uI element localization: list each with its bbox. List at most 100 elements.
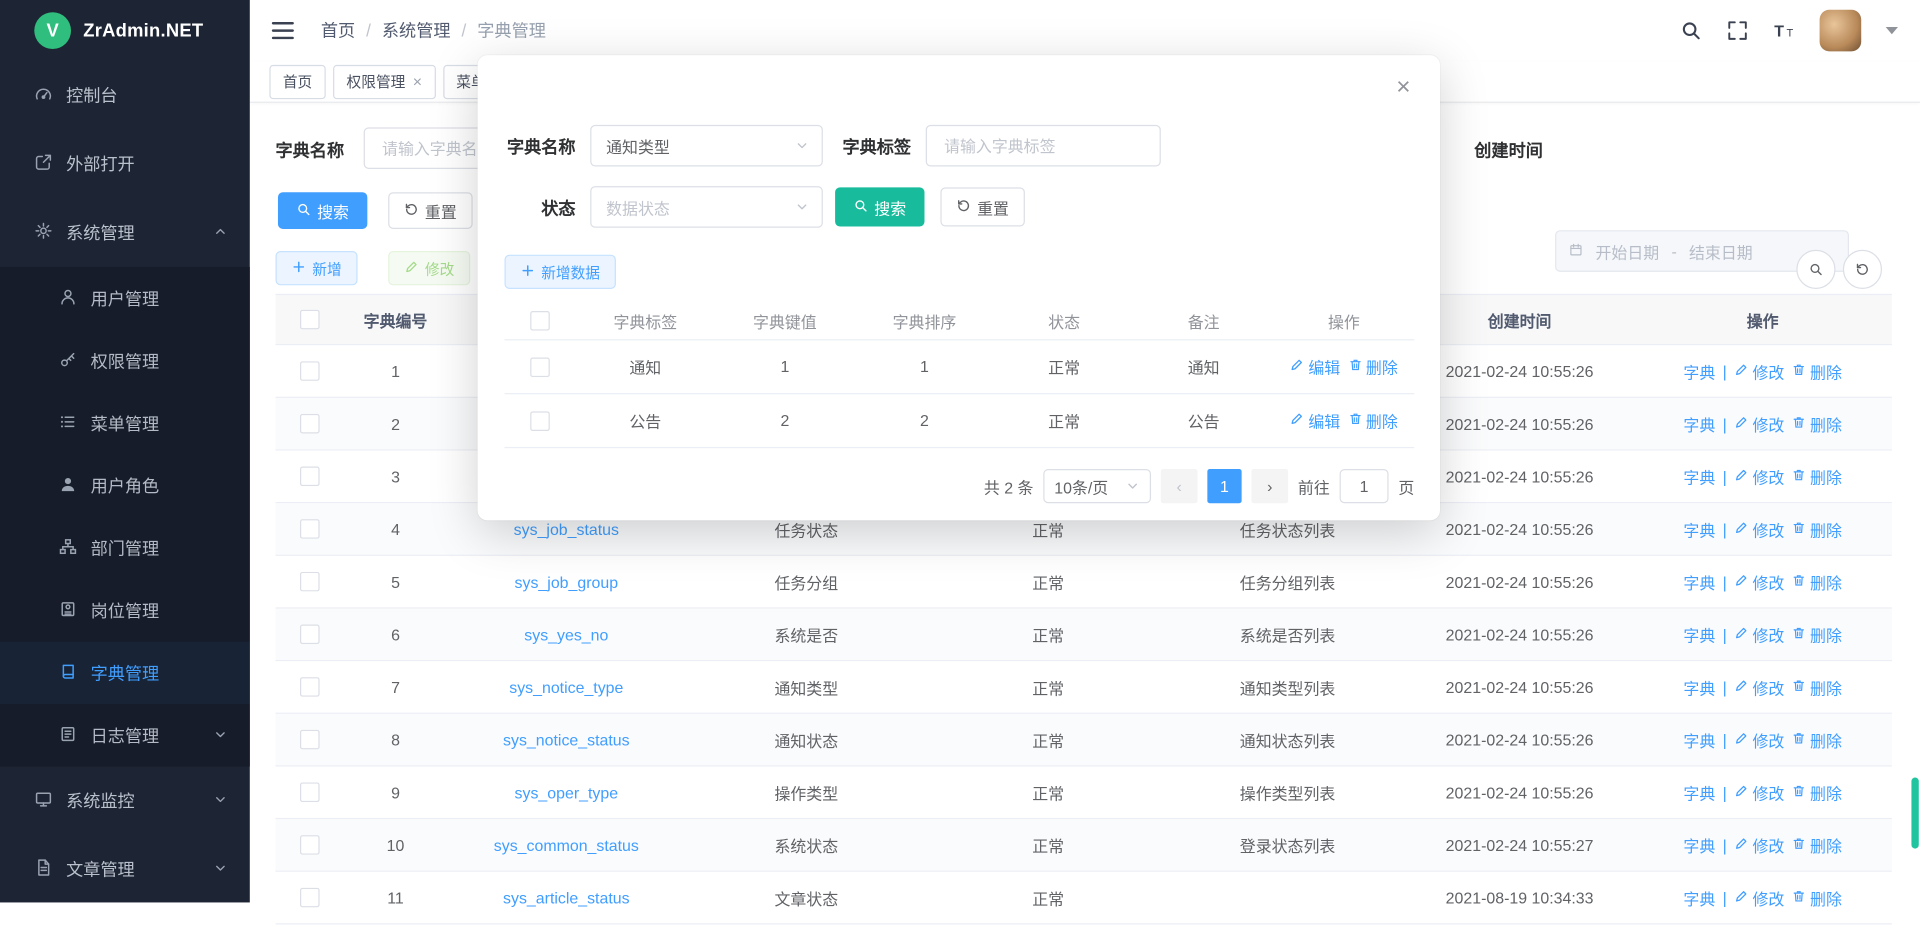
dict-data-link[interactable]: 字典 — [1683, 570, 1715, 593]
row-delete-link[interactable]: 删除 — [1348, 355, 1398, 378]
sidebar-item-external-open[interactable]: 外部打开 — [0, 130, 250, 199]
row-checkbox[interactable] — [300, 783, 320, 803]
row-edit-link[interactable]: 修改 — [1734, 623, 1784, 646]
dict-type-link[interactable]: sys_yes_no — [524, 625, 608, 643]
select-all-checkbox[interactable] — [300, 310, 320, 330]
app-logo[interactable]: V ZrAdmin.NET — [0, 0, 250, 61]
sidebar-item-menus[interactable]: 菜单管理 — [0, 392, 250, 454]
dialog-select-all-checkbox[interactable] — [530, 311, 550, 331]
row-checkbox[interactable] — [300, 835, 320, 855]
table-row[interactable]: 8sys_notice_status通知状态正常通知状态列表2021-02-24… — [276, 714, 1892, 767]
row-checkbox[interactable] — [300, 362, 320, 382]
dialog-dict-name-select[interactable]: 通知类型 — [590, 125, 823, 167]
row-checkbox[interactable] — [530, 411, 550, 431]
scrollbar-thumb[interactable] — [1911, 778, 1918, 849]
row-delete-link[interactable]: 删除 — [1792, 623, 1842, 646]
dict-type-link[interactable]: sys_common_status — [494, 836, 639, 854]
dialog-status-select[interactable]: 数据状态 — [590, 186, 823, 228]
font-size-icon[interactable]: TT — [1773, 20, 1795, 42]
dict-data-link[interactable]: 字典 — [1683, 359, 1715, 382]
sidebar-item-logs[interactable]: 日志管理 — [0, 704, 250, 766]
row-checkbox[interactable] — [300, 520, 320, 540]
row-checkbox[interactable] — [300, 467, 320, 487]
sidebar-item-system-management[interactable]: 系统管理 — [0, 198, 250, 267]
add-button[interactable]: 新增 — [276, 251, 358, 285]
row-delete-link[interactable]: 删除 — [1792, 570, 1842, 593]
sidebar-item-posts[interactable]: 岗位管理 — [0, 579, 250, 641]
table-row[interactable]: 11sys_article_status文章状态正常2021-08-19 10:… — [276, 872, 1892, 925]
row-edit-link[interactable]: 修改 — [1734, 465, 1784, 488]
search-button[interactable]: 搜索 — [278, 192, 367, 229]
row-edit-link[interactable]: 修改 — [1734, 675, 1784, 698]
edit-button[interactable]: 修改 — [388, 251, 470, 285]
sidebar-item-user-roles[interactable]: 用户角色 — [0, 454, 250, 516]
dialog-search-button[interactable]: 搜索 — [835, 187, 924, 226]
row-checkbox[interactable] — [530, 357, 550, 377]
row-delete-link[interactable]: 删除 — [1792, 781, 1842, 804]
row-delete-link[interactable]: 删除 — [1792, 886, 1842, 909]
search-icon[interactable] — [1680, 20, 1702, 42]
page-number-1[interactable]: 1 — [1207, 469, 1241, 503]
tab-home[interactable]: 首页 — [269, 64, 325, 98]
tab-permissions[interactable]: 权限管理 × — [333, 64, 435, 98]
sidebar-item-dictionary[interactable]: 字典管理 — [0, 642, 250, 704]
sidebar-item-dashboard[interactable]: 控制台 — [0, 61, 250, 130]
table-row[interactable]: 7sys_notice_type通知类型正常通知类型列表2021-02-24 1… — [276, 661, 1892, 714]
table-refresh-button[interactable] — [1843, 250, 1882, 289]
fullscreen-icon[interactable] — [1727, 20, 1749, 42]
row-delete-link[interactable]: 删除 — [1792, 728, 1842, 751]
dict-data-link[interactable]: 字典 — [1683, 833, 1715, 856]
close-icon[interactable]: × — [413, 73, 422, 89]
sidebar-item-system-monitor[interactable]: 系统监控 — [0, 767, 250, 836]
dict-data-link[interactable]: 字典 — [1683, 412, 1715, 435]
dict-data-link[interactable]: 字典 — [1683, 465, 1715, 488]
row-delete-link[interactable]: 删除 — [1792, 517, 1842, 540]
avatar-caret-down-icon[interactable] — [1886, 27, 1898, 34]
dict-type-link[interactable]: sys_job_group — [515, 572, 619, 590]
dialog-table-row[interactable]: 通知 1 1 正常 通知 编辑 删除 — [504, 340, 1414, 394]
row-delete-link[interactable]: 删除 — [1792, 833, 1842, 856]
row-delete-link[interactable]: 删除 — [1792, 675, 1842, 698]
row-edit-link[interactable]: 修改 — [1734, 781, 1784, 804]
dialog-table-row[interactable]: 公告 2 2 正常 公告 编辑 删除 — [504, 394, 1414, 448]
next-page-button[interactable]: › — [1251, 469, 1288, 503]
goto-page-input[interactable] — [1340, 469, 1389, 503]
dict-data-link[interactable]: 字典 — [1683, 623, 1715, 646]
breadcrumb-system[interactable]: 系统管理 — [382, 18, 451, 42]
dialog-close-icon[interactable]: × — [1396, 75, 1410, 99]
table-row[interactable]: 9sys_oper_type操作类型正常操作类型列表2021-02-24 10:… — [276, 767, 1892, 820]
dict-type-link[interactable]: sys_job_status — [514, 520, 619, 538]
sidebar-item-departments[interactable]: 部门管理 — [0, 517, 250, 579]
row-edit-link[interactable]: 修改 — [1734, 570, 1784, 593]
sidebar-item-permissions[interactable]: 权限管理 — [0, 329, 250, 391]
dict-type-link[interactable]: sys_notice_type — [509, 678, 623, 696]
row-checkbox[interactable] — [300, 888, 320, 908]
row-checkbox[interactable] — [300, 625, 320, 645]
dict-label-input[interactable] — [942, 135, 1145, 156]
page-size-select[interactable]: 10条/页 — [1043, 469, 1151, 503]
dict-type-link[interactable]: sys_article_status — [503, 888, 630, 906]
row-checkbox[interactable] — [300, 677, 320, 697]
dict-data-link[interactable]: 字典 — [1683, 675, 1715, 698]
row-edit-link[interactable]: 修改 — [1734, 833, 1784, 856]
dialog-add-data-button[interactable]: 新增数据 — [504, 255, 615, 289]
sidebar-item-articles[interactable]: 文章管理 — [0, 835, 250, 904]
row-delete-link[interactable]: 删除 — [1792, 465, 1842, 488]
table-row[interactable]: 6sys_yes_no系统是否正常系统是否列表2021-02-24 10:55:… — [276, 609, 1892, 662]
row-delete-link[interactable]: 删除 — [1792, 359, 1842, 382]
row-edit-link[interactable]: 编辑 — [1290, 355, 1340, 378]
row-edit-link[interactable]: 编辑 — [1290, 409, 1340, 432]
row-checkbox[interactable] — [300, 572, 320, 592]
table-search-toggle-button[interactable] — [1796, 250, 1835, 289]
dict-data-link[interactable]: 字典 — [1683, 781, 1715, 804]
dict-type-link[interactable]: sys_oper_type — [515, 783, 619, 801]
table-row[interactable]: 10sys_common_status系统状态正常登录状态列表2021-02-2… — [276, 819, 1892, 872]
row-checkbox[interactable] — [300, 414, 320, 434]
row-edit-link[interactable]: 修改 — [1734, 886, 1784, 909]
row-edit-link[interactable]: 修改 — [1734, 412, 1784, 435]
row-edit-link[interactable]: 修改 — [1734, 359, 1784, 382]
dict-data-link[interactable]: 字典 — [1683, 517, 1715, 540]
row-checkbox[interactable] — [300, 730, 320, 750]
row-delete-link[interactable]: 删除 — [1348, 409, 1398, 432]
prev-page-button[interactable]: ‹ — [1161, 469, 1198, 503]
